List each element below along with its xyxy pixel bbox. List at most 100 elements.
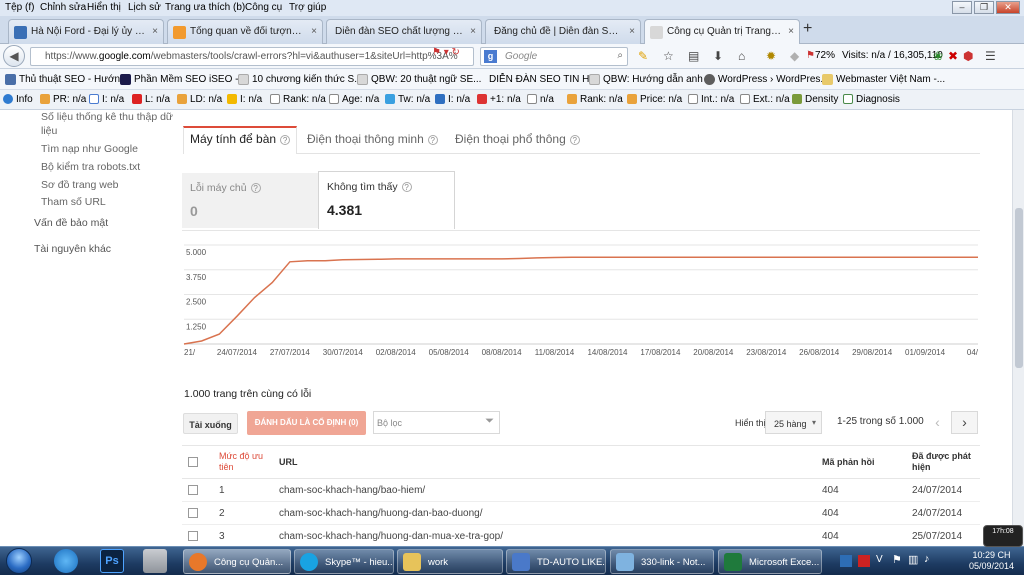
seo-metric[interactable]: I: n/a [89,94,124,105]
browser-tab-1[interactable]: Hà Nội Ford - Đại lý ủy quy... × [8,19,164,44]
seo-info[interactable]: Info [3,94,33,105]
volume-icon[interactable]: ♪ [924,553,930,565]
bookmark-item[interactable]: Webmaster Việt Nam -... [822,74,945,85]
menu-tools[interactable]: Công cụ [245,2,282,13]
density-button[interactable]: Density [792,94,838,105]
back-button[interactable]: ◀ [3,45,25,67]
taskbar-notepad[interactable]: 330-link - Not... [610,549,714,574]
row-checkbox[interactable] [188,531,198,541]
taskbar-excel[interactable]: Microsoft Exce... [718,549,822,574]
prev-page-button[interactable]: ‹ [925,411,950,434]
close-window-button[interactable]: ✕ [996,1,1020,14]
weather-gadget[interactable]: 17h:08 [983,525,1023,547]
help-icon[interactable]: ? [401,182,412,193]
start-button[interactable] [2,548,36,575]
bookmark-item[interactable]: Phần Mềm SEO iSEO - ... [120,74,250,85]
priority-column-header[interactable]: Mức độ ưu tiên [219,451,271,473]
download-button[interactable]: Tải xuống [183,413,238,434]
row-url[interactable]: cham-soc-khach-hang/bao-hiem/ [279,485,425,496]
menu-history[interactable]: Lịch sử [128,2,161,13]
server-error-stat[interactable]: Lỗi máy chủ? 0 [182,173,318,228]
addon-icon[interactable]: ✎ [638,49,648,63]
home-icon[interactable]: ⌂ [738,49,745,63]
sidebar-item-sitemaps[interactable]: Sơ đồ trang web [41,179,119,191]
sidebar-item-crawl-stats-cont[interactable]: liệu [41,125,57,137]
tab-smartphone[interactable]: Điện thoại thông minh? [307,132,438,146]
taskbar-work-folder[interactable]: work [397,549,503,574]
row-checkbox[interactable] [188,485,198,495]
help-icon[interactable]: ? [280,134,291,145]
reading-list-icon[interactable]: ▤ [688,49,699,63]
menu-file[interactable]: Tệp (f) [5,2,34,13]
seo-metric[interactable]: Tw: n/a [385,94,430,105]
tab-feature-phone[interactable]: Điện thoại phổ thông? [455,132,580,146]
seo-flag-icon[interactable]: ⚑72% [806,49,835,63]
mark-as-fixed-button[interactable]: ĐÁNH DẤU LÀ CỐ ĐỊNH (0) [247,411,366,435]
browser-tab-4[interactable]: Đăng chủ đề | Diễn đàn SEO ch... × [485,19,641,44]
minimize-button[interactable]: – [952,1,972,14]
download-icon[interactable]: ⬇ [713,49,723,63]
tray-app-icon[interactable] [840,555,852,567]
sidebar-item-crawl-stats[interactable]: Số liệu thống kê thu thập dữ [41,111,173,123]
seo-metric[interactable]: Int.: n/a [688,94,734,105]
addon-grey-icon[interactable]: ◆ [790,49,799,63]
close-tab-icon[interactable]: × [629,26,635,37]
tray-vietkey-icon[interactable]: V [876,554,883,565]
menu-help[interactable]: Trợ giúp [289,2,326,13]
close-tab-icon[interactable]: × [311,26,317,37]
search-input[interactable]: g Google ⌕ [480,47,628,66]
filter-input[interactable]: Bộ lọc ⏷ [373,411,500,434]
network-icon[interactable]: ▥ [908,553,918,566]
row-checkbox[interactable] [188,508,198,518]
menu-view[interactable]: Hiển thị [87,2,121,13]
response-code-column-header[interactable]: Mã phản hồi [822,457,875,467]
new-tab-button[interactable]: + [803,20,812,38]
sidebar-item-fetch-as-google[interactable]: Tìm nạp như Google [41,143,138,155]
menu-bookmarks[interactable]: Trang ưa thích (b) [165,2,245,13]
seo-metric[interactable]: Rank: n/a [567,94,623,105]
sidebar-item-url-parameters[interactable]: Tham số URL [41,196,106,208]
seo-metric[interactable]: Price: n/a [627,94,682,105]
clock[interactable]: 10:29 CH 05/09/2014 [969,550,1014,572]
bookmark-item[interactable]: 10 chương kiến thức S... [238,74,363,85]
tab-desktop-label[interactable]: Máy tính để bàn? [190,132,291,146]
scrollbar-thumb[interactable] [1015,208,1023,368]
control-panel-icon[interactable] [143,549,167,573]
photoshop-icon[interactable]: Ps [100,549,124,573]
url-bar[interactable]: https://www.google.com/webmasters/tools/… [30,47,474,66]
sidebar-item-robots-tester[interactable]: Bộ kiểm tra robots.txt [41,161,140,173]
table-row[interactable]: 1 cham-soc-khach-hang/bao-hiem/ 404 24/0… [182,479,980,502]
bookmark-item[interactable]: QBW: Hướng dẫn anh ... [589,74,714,85]
seo-metric[interactable]: I: n/a [227,94,262,105]
tray-flag-icon[interactable]: ⚑ [892,553,902,566]
taskbar-firefox[interactable]: Công cụ Quản... [183,549,291,574]
table-row[interactable]: 2 cham-soc-khach-hang/huong-dan-bao-duon… [182,502,980,525]
close-tab-icon[interactable]: × [152,26,158,37]
help-icon[interactable]: ? [427,134,438,145]
close-tab-icon[interactable]: × [470,26,476,37]
bookmark-item[interactable]: QBW: 20 thuật ngữ SE... [357,74,481,85]
sidebar-item-other-resources[interactable]: Tài nguyên khác [34,243,111,255]
menu-icon[interactable]: ☰ [985,49,996,63]
menu-edit[interactable]: Chỉnh sửa [40,2,86,13]
seo-metric[interactable]: Rank: n/a [270,94,326,105]
seo-metric[interactable]: +1: n/a [477,94,521,105]
browser-tab-2[interactable]: Tổng quan về đối tượng - ... × [167,19,323,44]
browser-tab-3[interactable]: Diễn đàn SEO chất lượng và uy ... × [326,19,482,44]
seo-metric[interactable]: LD: n/a [177,94,222,105]
diagnosis-button[interactable]: Diagnosis [843,94,900,105]
internet-explorer-icon[interactable] [54,549,78,573]
next-page-button[interactable]: › [951,411,978,434]
select-all-checkbox[interactable] [188,457,198,467]
help-icon[interactable]: ? [250,183,261,194]
sidebar-item-security-issues[interactable]: Vấn đề bảo mật [34,217,108,229]
row-url[interactable]: cham-soc-khach-hang/huong-dan-bao-duong/ [279,508,482,519]
seo-metric[interactable]: PR: n/a [40,94,86,105]
row-url[interactable]: cham-soc-khach-hang/huong-dan-mua-xe-tra… [279,531,503,542]
taskbar-td-auto-like[interactable]: TD-AUTO LIKE... [506,549,606,574]
seo-metric[interactable]: L: n/a [132,94,170,105]
browser-tab-5-active[interactable]: Công cụ Quản trị Trang W... × [644,19,800,45]
adblock-icon[interactable]: ⬢ [963,49,973,63]
seo-metric[interactable]: n/a [527,94,554,105]
taskbar-skype[interactable]: Skype™ - hieu... [294,549,394,574]
